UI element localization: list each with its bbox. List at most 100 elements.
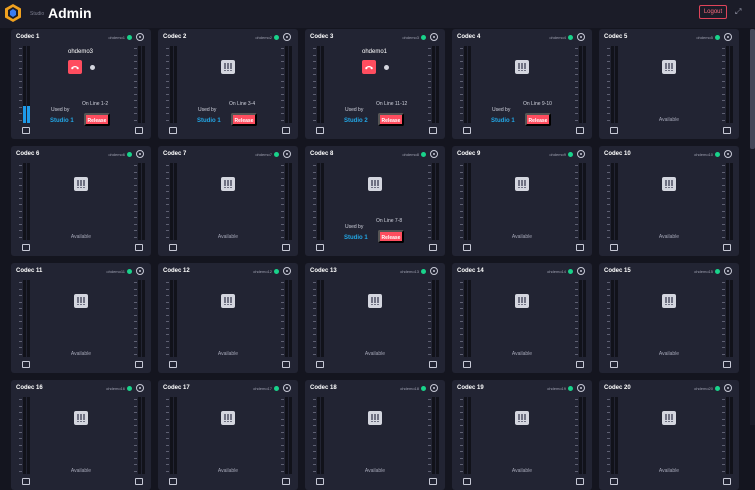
- output-icon[interactable]: [135, 478, 143, 485]
- gear-icon[interactable]: [577, 384, 585, 392]
- studio-link[interactable]: Studio 1: [50, 118, 74, 124]
- studio-link[interactable]: Studio 1: [491, 118, 515, 124]
- output-icon[interactable]: [282, 361, 290, 368]
- gear-icon[interactable]: [430, 150, 438, 158]
- hangup-button[interactable]: [362, 60, 376, 74]
- gear-icon[interactable]: [283, 150, 291, 158]
- gear-icon[interactable]: [136, 267, 144, 275]
- output-icon[interactable]: [576, 478, 584, 485]
- output-icon[interactable]: [723, 478, 731, 485]
- dialpad-button[interactable]: [515, 411, 529, 425]
- dialpad-button[interactable]: [368, 294, 382, 308]
- fullscreen-icon[interactable]: ⤢: [735, 7, 744, 16]
- meter-tick: [134, 438, 137, 439]
- dialpad-button[interactable]: [221, 411, 235, 425]
- release-button[interactable]: Release: [525, 113, 551, 126]
- meter-tick: [313, 399, 316, 400]
- dialpad-button[interactable]: [515, 294, 529, 308]
- meter-tick: [281, 431, 284, 433]
- gear-icon[interactable]: [283, 384, 291, 392]
- output-icon[interactable]: [723, 244, 731, 251]
- input-icon[interactable]: [22, 244, 30, 251]
- output-icon[interactable]: [135, 361, 143, 368]
- studio-link[interactable]: Studio 2: [344, 118, 368, 124]
- gear-icon[interactable]: [136, 33, 144, 41]
- release-button[interactable]: Release: [84, 113, 110, 126]
- output-icon[interactable]: [429, 127, 437, 134]
- output-icon[interactable]: [723, 361, 731, 368]
- gear-icon[interactable]: [430, 267, 438, 275]
- info-icon[interactable]: [384, 65, 389, 70]
- gear-icon[interactable]: [724, 33, 732, 41]
- gear-icon[interactable]: [136, 384, 144, 392]
- dialpad-button[interactable]: [515, 60, 529, 74]
- output-icon[interactable]: [282, 244, 290, 251]
- input-icon[interactable]: [463, 478, 471, 485]
- output-icon[interactable]: [429, 478, 437, 485]
- output-icon[interactable]: [429, 244, 437, 251]
- input-icon[interactable]: [610, 244, 618, 251]
- output-icon[interactable]: [723, 127, 731, 134]
- release-button[interactable]: Release: [378, 113, 404, 126]
- input-icon[interactable]: [169, 361, 177, 368]
- dialpad-button[interactable]: [662, 177, 676, 191]
- gear-icon[interactable]: [724, 150, 732, 158]
- release-button[interactable]: Release: [231, 113, 257, 126]
- studio-link[interactable]: Studio 1: [197, 118, 221, 124]
- dialpad-button[interactable]: [74, 177, 88, 191]
- output-icon[interactable]: [135, 244, 143, 251]
- input-icon[interactable]: [316, 127, 324, 134]
- dialpad-button[interactable]: [221, 177, 235, 191]
- input-icon[interactable]: [169, 244, 177, 251]
- dialpad-button[interactable]: [74, 411, 88, 425]
- input-icon[interactable]: [610, 127, 618, 134]
- input-icon[interactable]: [316, 361, 324, 368]
- logout-button[interactable]: Logout: [699, 5, 727, 19]
- output-icon[interactable]: [576, 244, 584, 251]
- input-icon[interactable]: [463, 127, 471, 134]
- input-icon[interactable]: [463, 361, 471, 368]
- dialpad-button[interactable]: [221, 60, 235, 74]
- input-icon[interactable]: [169, 127, 177, 134]
- input-icon[interactable]: [22, 478, 30, 485]
- codec-username: ohdemo9: [549, 152, 566, 157]
- gear-icon[interactable]: [724, 267, 732, 275]
- gear-icon[interactable]: [283, 267, 291, 275]
- input-icon[interactable]: [169, 478, 177, 485]
- dialpad-button[interactable]: [368, 411, 382, 425]
- output-icon[interactable]: [135, 127, 143, 134]
- dialpad-button[interactable]: [74, 294, 88, 308]
- studio-link[interactable]: Studio 1: [344, 235, 368, 241]
- info-icon[interactable]: [90, 65, 95, 70]
- dialpad-button[interactable]: [368, 177, 382, 191]
- output-icon[interactable]: [282, 478, 290, 485]
- input-icon[interactable]: [610, 361, 618, 368]
- gear-icon[interactable]: [283, 33, 291, 41]
- dialpad-button[interactable]: [662, 294, 676, 308]
- gear-icon[interactable]: [430, 33, 438, 41]
- dialpad-button[interactable]: [515, 177, 529, 191]
- input-icon[interactable]: [22, 127, 30, 134]
- input-icon[interactable]: [316, 478, 324, 485]
- gear-icon[interactable]: [577, 267, 585, 275]
- input-icon[interactable]: [22, 361, 30, 368]
- gear-icon[interactable]: [577, 33, 585, 41]
- scrollbar[interactable]: [750, 29, 755, 425]
- hangup-button[interactable]: [68, 60, 82, 74]
- output-icon[interactable]: [576, 361, 584, 368]
- gear-icon[interactable]: [430, 384, 438, 392]
- output-icon[interactable]: [576, 127, 584, 134]
- dialpad-button[interactable]: [662, 411, 676, 425]
- release-button[interactable]: Release: [378, 230, 404, 243]
- gear-icon[interactable]: [136, 150, 144, 158]
- gear-icon[interactable]: [577, 150, 585, 158]
- output-icon[interactable]: [429, 361, 437, 368]
- output-icon[interactable]: [282, 127, 290, 134]
- input-icon[interactable]: [316, 244, 324, 251]
- gear-icon[interactable]: [724, 384, 732, 392]
- input-icon[interactable]: [610, 478, 618, 485]
- scroll-thumb[interactable]: [750, 29, 755, 149]
- dialpad-button[interactable]: [662, 60, 676, 74]
- input-icon[interactable]: [463, 244, 471, 251]
- dialpad-button[interactable]: [221, 294, 235, 308]
